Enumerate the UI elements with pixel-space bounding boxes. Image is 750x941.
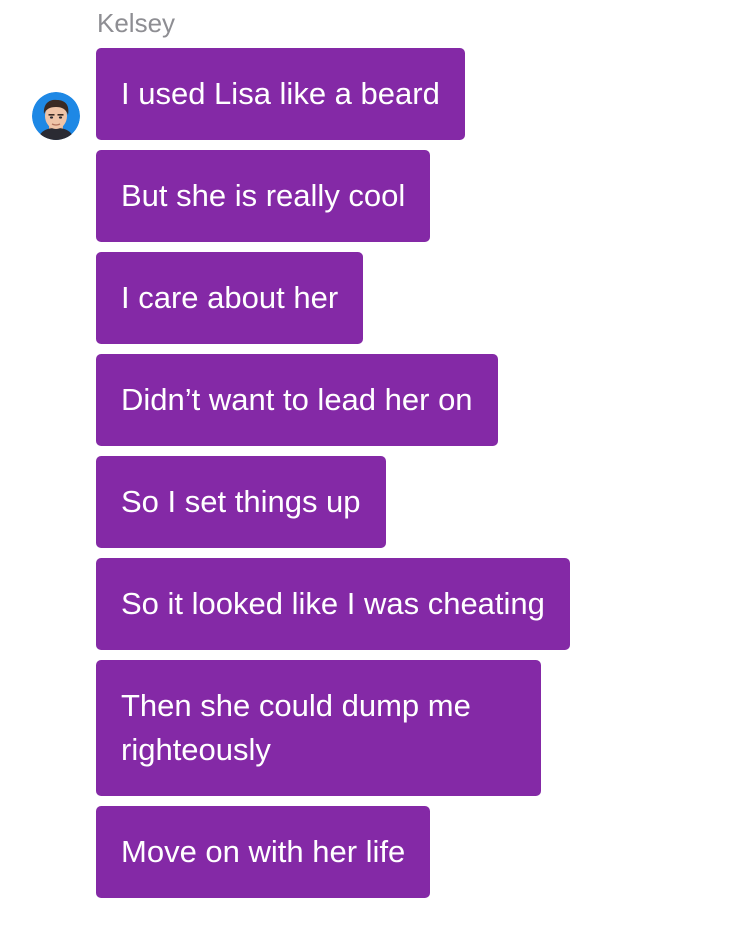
message-bubble[interactable]: Then she could dump me righteously bbox=[96, 660, 541, 796]
message-bubble[interactable]: So I set things up bbox=[96, 456, 386, 548]
message-bubble[interactable]: Move on with her life bbox=[96, 806, 431, 898]
message-bubble[interactable]: So it looked like I was cheating bbox=[96, 558, 570, 650]
sender-avatar[interactable] bbox=[32, 92, 80, 140]
sender-name: Kelsey bbox=[97, 8, 176, 38]
message-bubble[interactable]: But she is really cool bbox=[96, 150, 431, 242]
message-group: I used Lisa like a beard But she is real… bbox=[96, 48, 736, 908]
message-bubble[interactable]: I care about her bbox=[96, 252, 364, 344]
message-bubble[interactable]: Didn’t want to lead her on bbox=[96, 354, 498, 446]
message-bubble[interactable]: I used Lisa like a beard bbox=[96, 48, 465, 140]
person-avatar-icon bbox=[32, 92, 80, 140]
